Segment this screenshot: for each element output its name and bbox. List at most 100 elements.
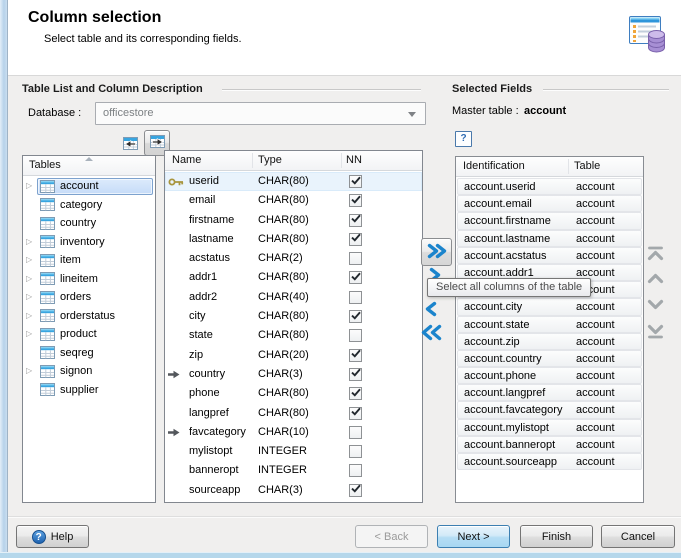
nn-checkbox[interactable]	[349, 252, 362, 266]
nn-checkbox[interactable]	[349, 271, 362, 285]
table-tree-item-orderstatus[interactable]: ▷ orderstatus	[23, 307, 155, 326]
field-row-account.sourceapp[interactable]: account.sourceapp account	[457, 453, 642, 471]
tables-list-header[interactable]: Tables	[23, 156, 155, 176]
field-row-account.state[interactable]: account.state account	[457, 315, 642, 333]
field-row-account.zip[interactable]: account.zip account	[457, 332, 642, 350]
table-tree-item-lineitem[interactable]: ▷ lineitem	[23, 270, 155, 289]
move-to-top-button[interactable]	[647, 246, 664, 264]
table-item-box[interactable]: product	[37, 326, 153, 343]
table-tree-item-signon[interactable]: ▷ signon	[23, 362, 155, 381]
column-row-city[interactable]: city CHAR(80)	[165, 307, 422, 326]
column-row-addr1[interactable]: addr1 CHAR(80)	[165, 268, 422, 287]
field-row-account.firstname[interactable]: account.firstname account	[457, 212, 642, 230]
move-to-bottom-button[interactable]	[647, 324, 664, 342]
move-down-button[interactable]	[647, 299, 664, 314]
field-row-account.mylistopt[interactable]: account.mylistopt account	[457, 418, 642, 436]
table-tree-item-inventory[interactable]: ▷ inventory	[23, 233, 155, 252]
column-row-firstname[interactable]: firstname CHAR(80)	[165, 211, 422, 230]
add-all-columns-button[interactable]	[421, 238, 452, 266]
table-item-box[interactable]: item	[37, 252, 153, 269]
column-row-country[interactable]: country CHAR(3)	[165, 365, 422, 384]
table-item-box[interactable]: category	[37, 196, 153, 213]
column-row-favcategory[interactable]: favcategory CHAR(10)	[165, 423, 422, 442]
column-row-addr2[interactable]: addr2 CHAR(40)	[165, 288, 422, 307]
table-tree-item-supplier[interactable]: supplier	[23, 381, 155, 400]
move-up-button[interactable]	[647, 272, 664, 287]
table-tree-item-country[interactable]: country	[23, 214, 155, 233]
column-row-mylistopt[interactable]: mylistopt INTEGER	[165, 442, 422, 461]
field-row-account.langpref[interactable]: account.langpref account	[457, 384, 642, 402]
expander-icon[interactable]: ▷	[26, 274, 37, 284]
remove-column-button[interactable]	[424, 301, 438, 320]
database-combobox[interactable]: officestore	[95, 102, 426, 125]
nn-checkbox[interactable]	[349, 483, 362, 497]
field-row-account.userid[interactable]: account.userid account	[457, 178, 642, 196]
nn-checkbox[interactable]	[349, 387, 362, 401]
table-item-box[interactable]: seqreg	[37, 344, 153, 361]
field-row-account.lastname[interactable]: account.lastname account	[457, 229, 642, 247]
table-tree-item-product[interactable]: ▷ product	[23, 325, 155, 344]
column-row-langpref[interactable]: langpref CHAR(80)	[165, 404, 422, 423]
column-row-userid[interactable]: userid CHAR(80)	[165, 172, 422, 192]
table-tree-item-category[interactable]: category	[23, 196, 155, 215]
nn-checkbox[interactable]	[349, 329, 362, 343]
expander-icon[interactable]: ▷	[26, 255, 37, 265]
columns-list-header[interactable]: Name Type NN	[165, 151, 422, 171]
remove-all-columns-button[interactable]	[421, 324, 442, 344]
expander-icon[interactable]: ▷	[26, 311, 37, 321]
column-row-sourceapp[interactable]: sourceapp CHAR(3)	[165, 481, 422, 500]
table-item-box[interactable]: lineitem	[37, 270, 153, 287]
field-row-account.banneropt[interactable]: account.banneropt account	[457, 435, 642, 453]
column-row-email[interactable]: email CHAR(80)	[165, 191, 422, 210]
fields-help-button[interactable]: ?	[455, 131, 472, 147]
field-row-account.email[interactable]: account.email account	[457, 195, 642, 213]
table-item-box[interactable]: signon	[37, 363, 153, 380]
table-tree-item-seqreg[interactable]: seqreg	[23, 344, 155, 363]
expander-icon[interactable]: ▷	[26, 329, 37, 339]
table-icon	[40, 346, 55, 360]
table-item-box[interactable]: inventory	[37, 233, 153, 250]
nn-checkbox[interactable]	[349, 232, 362, 246]
finish-button[interactable]: Finish	[520, 525, 593, 548]
nn-checkbox[interactable]	[349, 464, 362, 478]
expander-icon[interactable]: ▷	[26, 366, 37, 376]
table-tree-item-account[interactable]: ▷ account	[23, 177, 155, 196]
expander-icon[interactable]: ▷	[26, 237, 37, 247]
expander-icon[interactable]: ▷	[26, 181, 37, 191]
field-row-account.city[interactable]: account.city account	[457, 298, 642, 316]
nn-checkbox[interactable]	[349, 425, 362, 439]
field-row-account.phone[interactable]: account.phone account	[457, 367, 642, 385]
table-item-box[interactable]: account	[37, 177, 153, 195]
cancel-button[interactable]: Cancel	[601, 525, 675, 548]
column-row-banneropt[interactable]: banneropt INTEGER	[165, 461, 422, 480]
nn-checkbox[interactable]	[349, 406, 362, 420]
table-item-box[interactable]: supplier	[37, 381, 153, 398]
nn-checkbox[interactable]	[349, 445, 362, 459]
field-row-account.acstatus[interactable]: account.acstatus account	[457, 246, 642, 264]
nn-checkbox[interactable]	[349, 194, 362, 208]
field-row-account.country[interactable]: account.country account	[457, 349, 642, 368]
column-row-lastname[interactable]: lastname CHAR(80)	[165, 230, 422, 249]
nn-checkbox[interactable]	[349, 213, 362, 227]
fields-list-header[interactable]: Identification Table	[456, 157, 643, 177]
help-button[interactable]: ? Help	[16, 525, 89, 548]
field-row-account.favcategory[interactable]: account.favcategory account	[457, 401, 642, 419]
nn-checkbox[interactable]	[349, 348, 362, 362]
back-button[interactable]: < Back	[355, 525, 428, 548]
table-item-box[interactable]: orders	[37, 289, 153, 306]
table-tree-item-orders[interactable]: ▷ orders	[23, 288, 155, 307]
table-item-box[interactable]: country	[37, 215, 153, 232]
field-identification-cell: account.langpref	[464, 387, 546, 400]
column-row-acstatus[interactable]: acstatus CHAR(2)	[165, 249, 422, 268]
nn-checkbox[interactable]	[349, 175, 362, 188]
next-button[interactable]: Next >	[437, 525, 510, 548]
nn-checkbox[interactable]	[349, 310, 362, 324]
nn-checkbox[interactable]	[349, 367, 362, 381]
column-row-state[interactable]: state CHAR(80)	[165, 326, 422, 345]
table-item-box[interactable]: orderstatus	[37, 307, 153, 324]
expander-icon[interactable]: ▷	[26, 292, 37, 302]
nn-checkbox[interactable]	[349, 290, 362, 304]
column-row-zip[interactable]: zip CHAR(20)	[165, 346, 422, 365]
column-row-phone[interactable]: phone CHAR(80)	[165, 384, 422, 403]
table-tree-item-item[interactable]: ▷ item	[23, 251, 155, 270]
